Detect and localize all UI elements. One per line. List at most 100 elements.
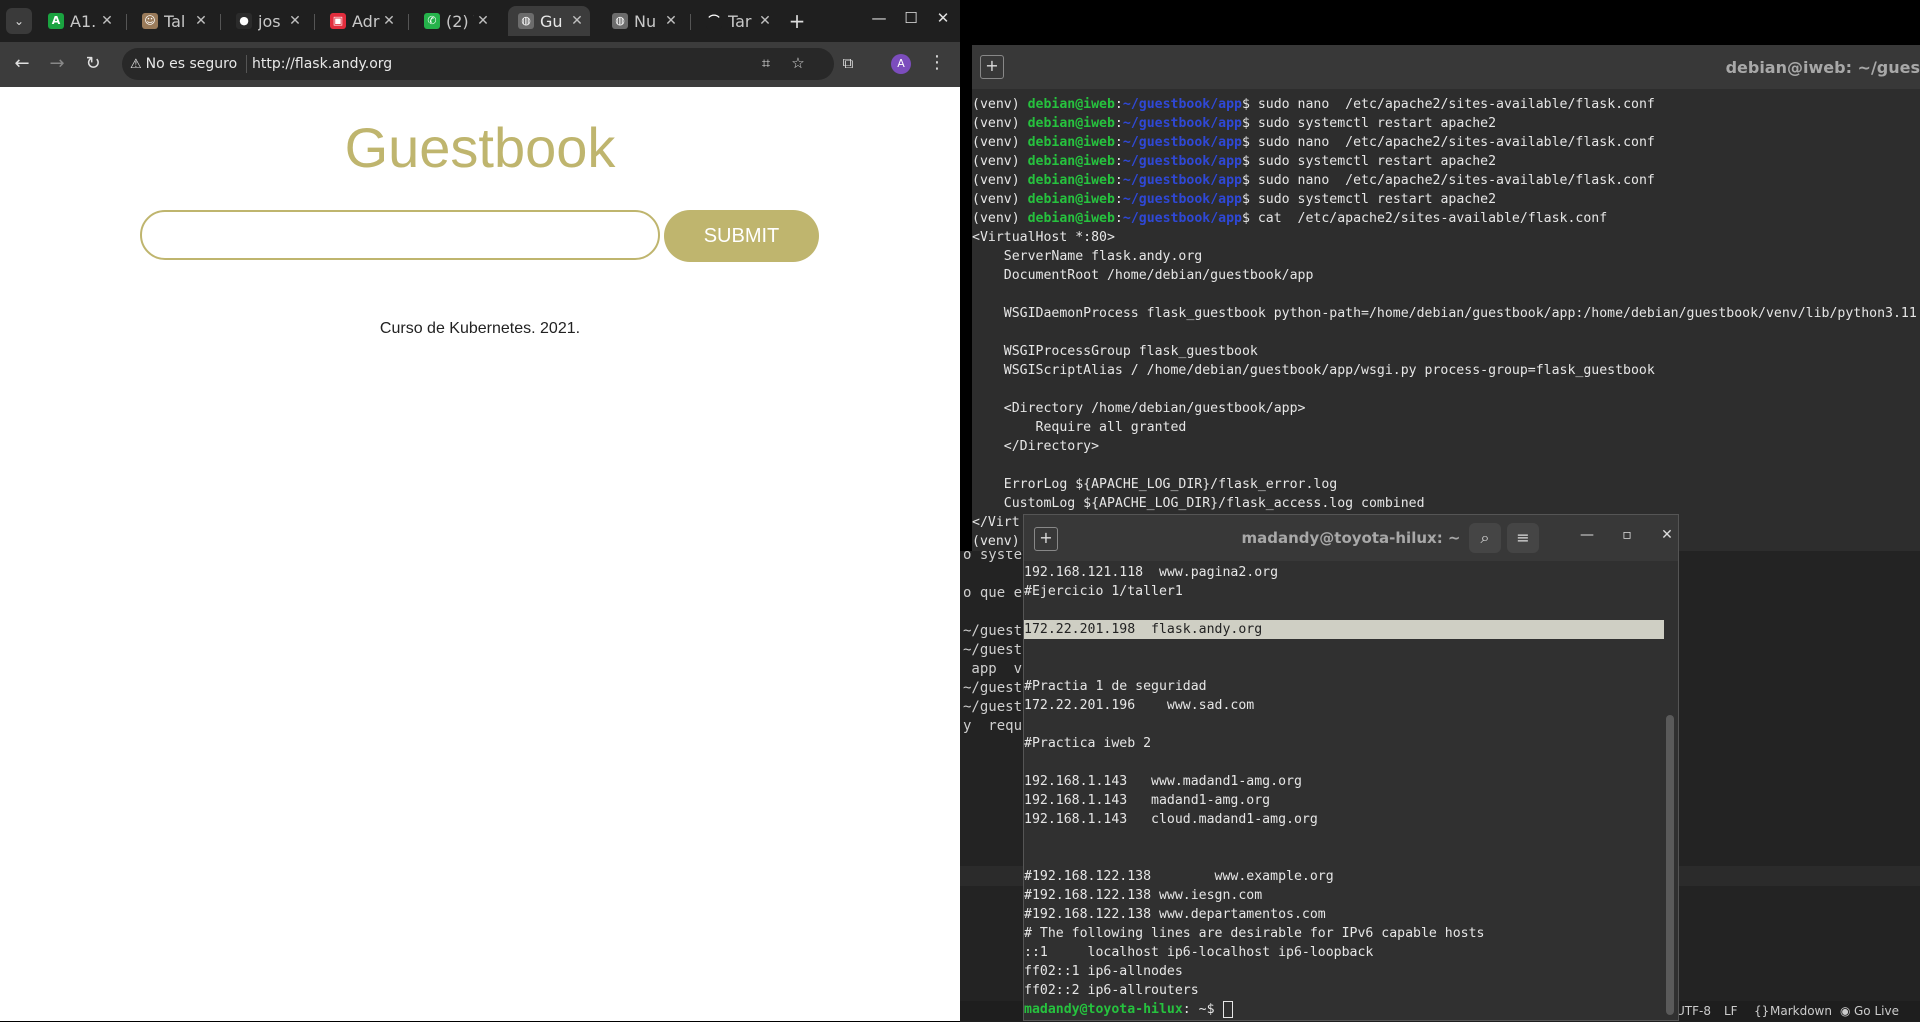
browser-tab[interactable]: ◍ Nu ✕ [602,6,684,36]
browser-tab[interactable]: ✆ (2) \✕ [414,6,496,36]
hamburger-menu-icon[interactable]: ≡ [1507,523,1539,553]
submit-button[interactable]: SUBMIT [664,210,819,262]
status-golive[interactable]: Go Live [1854,1004,1899,1018]
search-icon[interactable]: ⌕ [1469,523,1501,553]
tab-close-icon[interactable]: ✕ [756,13,774,29]
reload-icon[interactable]: ↻ [81,52,105,76]
prompt-user: debian@iweb [1027,211,1115,226]
editor-text-fragments: #gaCHACoa2enmogi.v configt apacheo syste… [960,551,1022,1021]
tab-separator [690,14,691,30]
tab-favicon-icon: ◍ [612,13,628,29]
tab-favicon-icon: ☺ [142,13,158,29]
prompt-path: ~/guestbook/app [1122,173,1242,188]
extensions-puzzle-icon[interactable]: ⧉ [838,54,858,74]
prompt-venv: (venv) [972,116,1028,131]
terminal-header: + madandy@toyota-hilux: ~ ⌕ ≡ — ▫ ✕ [1024,515,1678,561]
status-language[interactable]: Markdown [1770,1004,1832,1018]
status-encoding[interactable]: UTF-8 [1676,1004,1711,1018]
prompt-venv: (venv) [972,211,1028,226]
maximize-icon[interactable]: ▫ [1615,527,1639,543]
prompt-separator: : [1114,173,1123,188]
tab-close-icon[interactable]: ✕ [474,13,492,29]
command-text: $ cat /etc/apache2/sites-available/flask… [1241,211,1608,226]
address-bar[interactable]: ⚠ No es seguro http://flask.andy.org ⌗ ☆ [122,48,834,80]
tab-close-icon[interactable]: ✕ [98,13,116,29]
browser-tab[interactable]: A A1. ✕ [38,6,120,36]
tab-search-chevron-icon[interactable]: ⌄ [6,8,32,34]
profile-avatar[interactable]: A [891,54,911,74]
prompt-path: ~/guestbook/app [1122,211,1242,226]
editor-line: app v [963,661,1022,677]
minimize-icon[interactable]: — [1575,527,1599,543]
terminal-header: + debian@iweb: ~/gues [972,45,1920,89]
browser-tab[interactable]: ▣ Adr ✕ [320,6,402,36]
tab-separator [314,14,315,30]
terminal-output-line: 192.168.121.118 www.pagina2.org [1024,565,1279,580]
editor-line: y requi [963,718,1022,734]
command-text: $ sudo systemctl restart apache2 [1241,116,1497,131]
browser-tab[interactable]: ⌒ Tar ✕ [696,6,778,36]
editor-line: o system [963,551,1022,563]
editor-line: ~/guest [963,680,1022,696]
maximize-icon[interactable]: ☐ [899,9,923,27]
terminal-output: (venv) debian@iweb:~/guestbook/app$ sudo… [972,95,1920,551]
guestbook-entry-input[interactable] [140,210,660,260]
new-tab-plus-icon[interactable]: + [785,9,809,33]
site-security-chip[interactable]: ⚠ No es seguro [130,54,237,74]
terminal-window-debian[interactable]: + debian@iweb: ~/gues (venv) debian@iweb… [972,45,1920,551]
close-window-icon[interactable]: ✕ [931,9,955,27]
prompt-user: madandy@toyota-hilux [1024,1002,1183,1017]
scrollbar[interactable] [1666,715,1674,1015]
tab-close-icon[interactable]: ✕ [192,13,210,29]
prompt-venv: (venv) [972,192,1028,207]
terminal-output-line: WSGIDaemonProcess flask_guestbook python… [972,306,1917,321]
browser-tab[interactable]: ◍ Gu ✕ [508,6,590,36]
terminal-command-line: (venv) debian@iweb:~/guestbook/app$ sudo… [972,171,1920,190]
prompt-venv: (venv) [972,173,1028,188]
terminal-window-madandy[interactable]: + madandy@toyota-hilux: ~ ⌕ ≡ — ▫ ✕ 192.… [1023,514,1679,1021]
warning-triangle-icon: ⚠ [130,56,142,72]
browser-tab[interactable]: ☺ Tal ✕ [132,6,214,36]
translate-icon[interactable]: ⌗ [756,54,776,74]
url-text[interactable]: http://flask.andy.org [252,56,392,72]
terminal-output-line: 192.168.1.143 cloud.madand1-amg.org [1024,812,1318,827]
prompt-venv: (venv) [972,135,1028,150]
terminal-output-line: 172.22.201.196 www.sad.com [1024,698,1255,713]
terminal-prompt-line[interactable]: madandy@toyota-hilux: ~$ [1024,1000,1664,1019]
new-terminal-tab-icon[interactable]: + [980,55,1004,79]
close-icon[interactable]: ✕ [1655,527,1678,543]
prompt-path: ~/guestbook/app [1122,116,1242,131]
tab-close-icon[interactable]: ✕ [380,13,398,29]
browser-menu-icon[interactable]: ⋮ [928,52,946,73]
tab-close-icon[interactable]: ✕ [662,13,680,29]
terminal-command-line: (venv) debian@iweb:~/guestbook/app$ sudo… [972,190,1920,209]
tab-close-icon[interactable]: ✕ [286,13,304,29]
tab-close-icon[interactable]: ✕ [568,13,586,29]
terminal-output-line: #192.168.122.138 www.departamentos.com [1024,907,1326,922]
prompt-separator: : [1114,135,1123,150]
terminal-output-line: #Practica iweb 2 [1024,736,1152,751]
prompt-user: debian@iweb [1027,116,1115,131]
tab-label: A1. [70,11,97,31]
prompt-user: debian@iweb [1027,192,1115,207]
status-eol[interactable]: LF [1724,1004,1738,1018]
security-label: No es seguro [145,56,238,72]
command-text: $ sudo systemctl restart apache2 [1241,192,1497,207]
command-text: $ sudo nano /etc/apache2/sites-available… [1241,135,1655,150]
tab-label: Gu [540,11,563,31]
forward-arrow-icon[interactable]: → [45,52,69,76]
tab-separator [126,14,127,30]
terminal-title: debian@iweb: ~/gues [1725,58,1920,77]
tab-favicon-icon: ✆ [424,13,440,29]
editor-line: ~/guest [963,623,1022,639]
minimize-icon[interactable]: — [867,9,891,27]
terminal-output-line: <VirtualHost *:80> [972,230,1115,245]
browser-tab[interactable]: ● jos ✕ [226,6,308,36]
editor-line: ~/guest [963,642,1022,658]
editor-line: o que es [963,585,1022,601]
prompt-venv: (venv) [972,97,1028,112]
command-text: $ sudo systemctl restart apache2 [1241,154,1497,169]
back-arrow-icon[interactable]: ← [10,52,34,76]
bookmark-star-icon[interactable]: ☆ [788,54,808,74]
